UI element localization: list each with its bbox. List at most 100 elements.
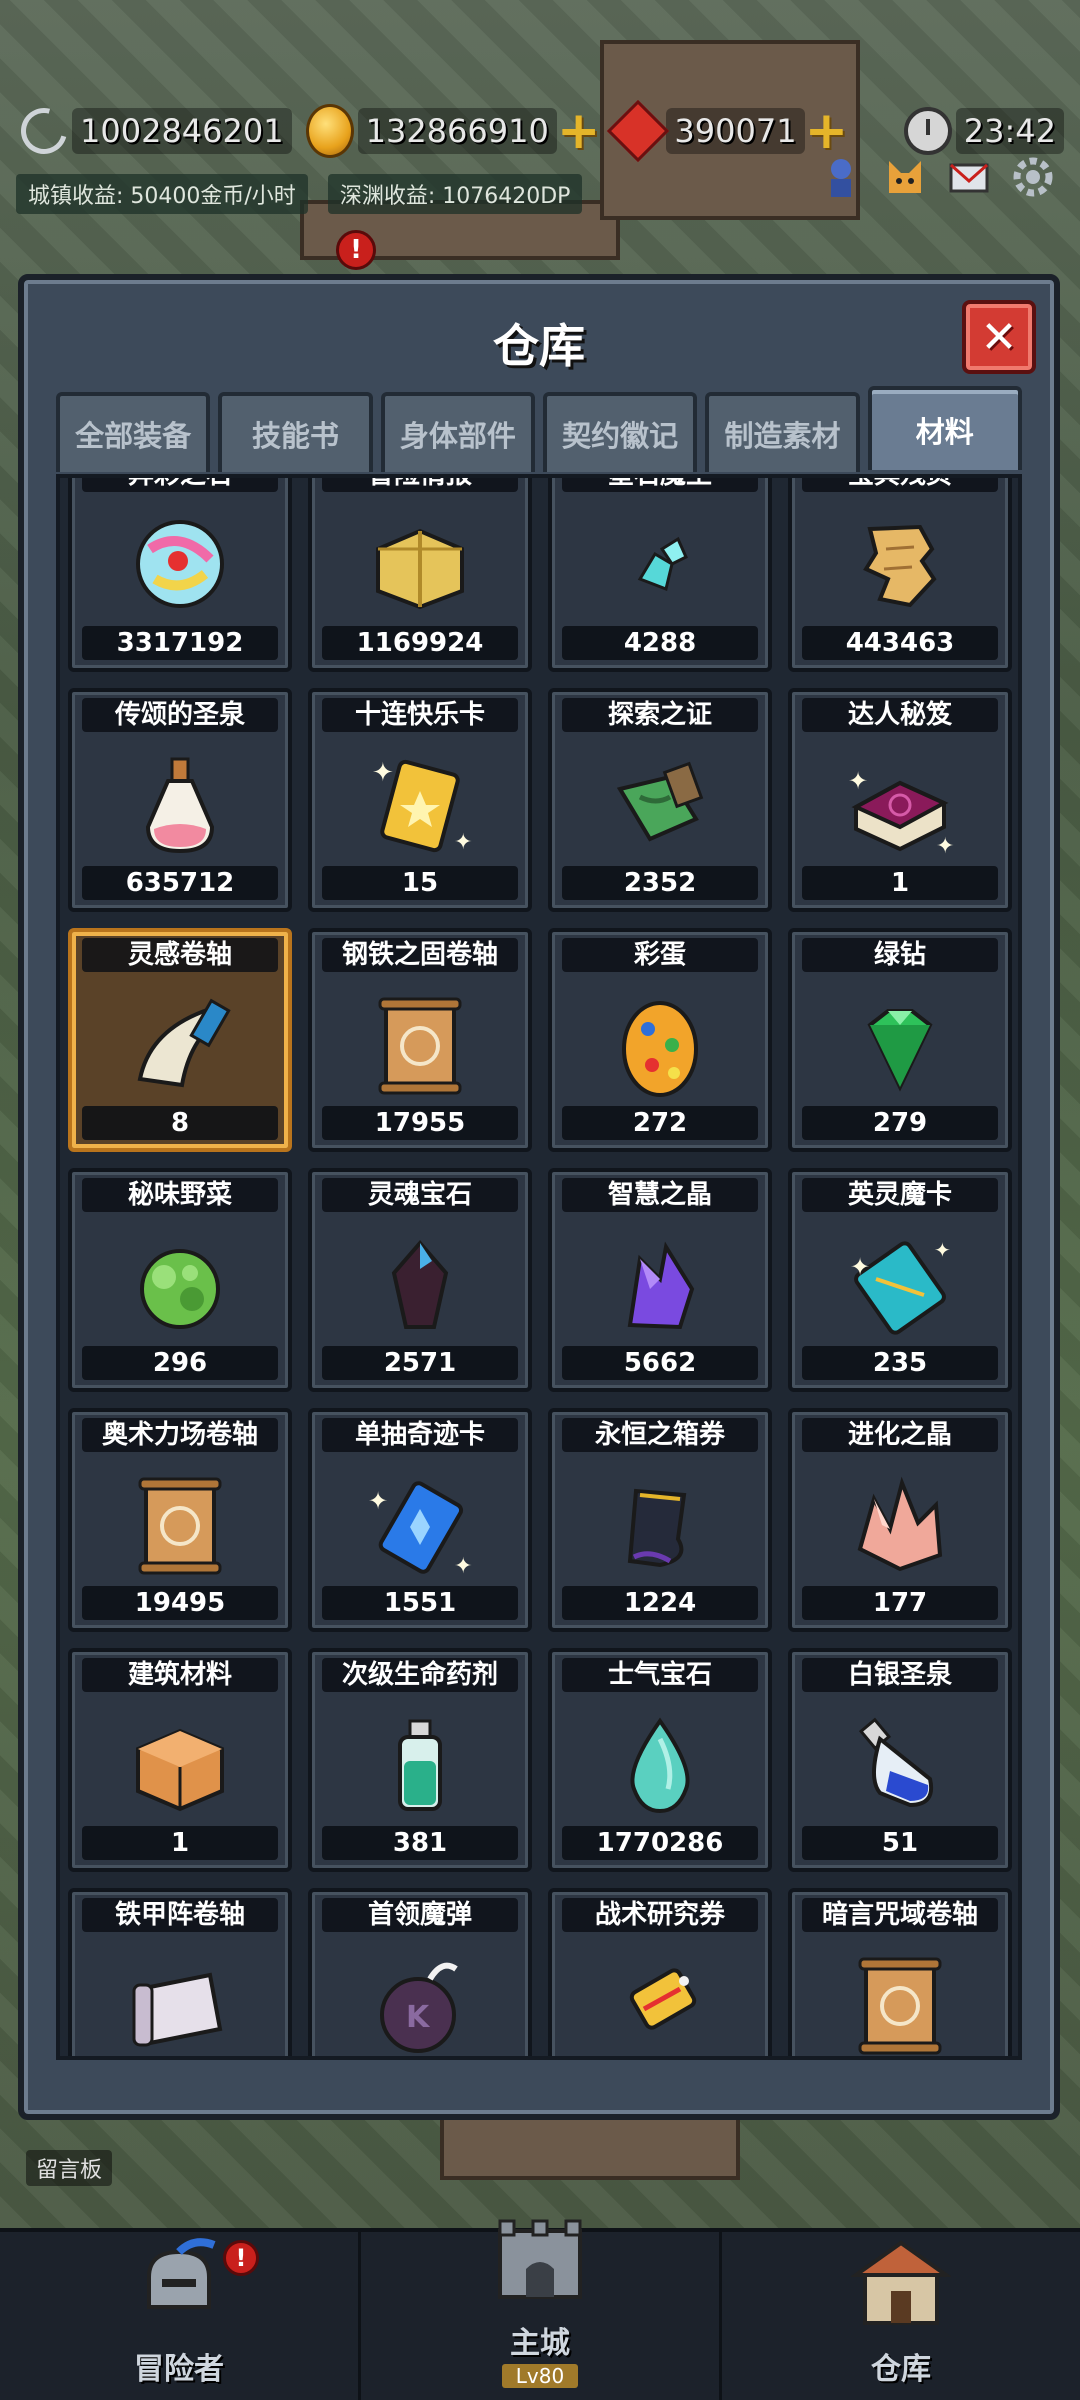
item-count: 4288: [562, 626, 758, 660]
adventurer-alert-badge: !: [223, 2240, 259, 2276]
adventurer-shortcut-icon[interactable]: [814, 150, 868, 204]
bottom-navigation: ! 冒险者 主城 Lv80 仓库: [0, 2219, 1080, 2400]
item-slot[interactable]: 冒险情报 1169924: [308, 478, 532, 672]
abyss-income: 深渊收益: 1076420DP: [327, 174, 583, 214]
item-name: 十连快乐卡: [322, 698, 518, 732]
item-slot[interactable]: 永恒之箱券 1224: [548, 1408, 772, 1632]
item-name: 探索之证: [562, 698, 758, 732]
moon-icon: [12, 99, 76, 163]
item-name: 秘味野菜: [82, 1178, 278, 1212]
fox-shortcut-icon[interactable]: [878, 150, 932, 204]
nav-warehouse[interactable]: 仓库: [722, 2232, 1080, 2400]
item-slot[interactable]: 英灵魔卡 ✦ ✦ 235: [788, 1168, 1012, 1392]
item-slot[interactable]: 异彩之石 3317192: [68, 478, 292, 672]
moon-value: 1002846201: [72, 108, 292, 154]
item-slot[interactable]: 传颂的圣泉 635712: [68, 688, 292, 912]
item-slot[interactable]: 次级生命药剂 381: [308, 1648, 532, 1872]
tab-crafting-materials[interactable]: 制造素材: [705, 392, 860, 472]
building-alert-badge[interactable]: !: [336, 230, 376, 270]
tab-materials[interactable]: 材料: [867, 386, 1022, 470]
tab-body-parts[interactable]: 身体部件: [380, 392, 535, 472]
brown-scroll-icon: [840, 1949, 960, 2056]
item-count: 2571: [322, 1346, 518, 1380]
item-slot[interactable]: 战术研究券: [548, 1888, 772, 2056]
item-count: 8: [82, 1106, 278, 1140]
add-gold-button[interactable]: +: [557, 105, 601, 157]
category-tabs: 全部装备 技能书 身体部件 契约徽记 制造素材 材料: [56, 386, 1022, 472]
item-slot[interactable]: 奥术力场卷轴 19495: [68, 1408, 292, 1632]
castle-gate-icon: [490, 2211, 590, 2314]
svg-text:✦: ✦: [454, 830, 472, 855]
panel-title: 仓库: [493, 319, 585, 373]
item-name: 宝典残页: [802, 478, 998, 492]
item-slot[interactable]: 绿钻 279: [788, 928, 1012, 1152]
gem-resource: 390071 +: [607, 99, 848, 163]
item-count: 1551: [322, 1586, 518, 1620]
item-slot[interactable]: 暗言咒域卷轴: [788, 1888, 1012, 2056]
item-slot[interactable]: 灵魂宝石 2571: [308, 1168, 532, 1392]
item-slot[interactable]: 宝典残页 443463: [788, 478, 1012, 672]
mail-icon[interactable]: [942, 150, 996, 204]
item-name: 彩蛋: [562, 938, 758, 972]
nav-main-city[interactable]: 主城 Lv80: [361, 2219, 722, 2400]
green-vial-icon: [360, 1709, 480, 1819]
item-slot[interactable]: 智慧之晶 5662: [548, 1168, 772, 1392]
item-name: 灵感卷轴: [82, 938, 278, 972]
green-gem-icon: [840, 989, 960, 1099]
message-board-label[interactable]: 留言板: [26, 2150, 113, 2186]
red-gem-icon: [607, 99, 670, 163]
svg-text:✦: ✦: [368, 1487, 388, 1515]
item-slot[interactable]: 进化之晶 177: [788, 1408, 1012, 1632]
item-name: 次级生命药剂: [322, 1658, 518, 1692]
item-name: 传颂的圣泉: [82, 698, 278, 732]
svg-text:✦: ✦: [372, 758, 394, 788]
gem-value: 390071: [666, 108, 805, 154]
item-slot[interactable]: 星石魔土 4288: [548, 478, 772, 672]
teal-card-icon: ✦ ✦: [840, 1229, 960, 1339]
item-name: 永恒之箱券: [562, 1418, 758, 1452]
blue-card-icon: ✦ ✦: [360, 1469, 480, 1579]
item-slot[interactable]: 十连快乐卡 ✦ ✦ 15: [308, 688, 532, 912]
tab-skill-books[interactable]: 技能书: [218, 392, 373, 472]
city-level-badge: Lv80: [501, 2364, 579, 2388]
svg-text:K: K: [406, 2000, 431, 2035]
item-slot[interactable]: 铁甲阵卷轴: [68, 1888, 292, 2056]
item-slot[interactable]: 达人秘笈 ✦ ✦ 1: [788, 688, 1012, 912]
item-slot[interactable]: 彩蛋 272: [548, 928, 772, 1152]
gold-tag-icon: [600, 1949, 720, 2056]
item-name: 建筑材料: [82, 1658, 278, 1692]
knight-helmet-icon: [134, 2237, 224, 2340]
item-name: 战术研究券: [562, 1898, 758, 1932]
item-name: 灵魂宝石: [322, 1178, 518, 1212]
item-name: 异彩之石: [82, 478, 278, 492]
item-count: 19495: [82, 1586, 278, 1620]
cyan-ore-icon: [600, 509, 720, 619]
item-name: 智慧之晶: [562, 1178, 758, 1212]
item-grid-viewport[interactable]: 异彩之石 3317192 冒险情报 1169924 星石魔土 4288 宝典残页 443463…: [56, 474, 1022, 2060]
svg-text:✦: ✦: [454, 1554, 472, 1579]
item-slot[interactable]: 白银圣泉 51: [788, 1648, 1012, 1872]
nav-adventurer[interactable]: ! 冒险者: [0, 2232, 361, 2400]
item-slot[interactable]: 单抽奇迹卡 ✦ ✦ 1551: [308, 1408, 532, 1632]
item-slot[interactable]: 士气宝石 1770286: [548, 1648, 772, 1872]
item-slot[interactable]: 首领魔弹 K: [308, 1888, 532, 2056]
close-button[interactable]: ✕: [962, 300, 1036, 374]
teal-drop-icon: [600, 1709, 720, 1819]
blue-flask-icon: [840, 1709, 960, 1819]
settings-gear-icon[interactable]: [1006, 150, 1060, 204]
item-name: 冒险情报: [322, 478, 518, 492]
item-name: 白银圣泉: [802, 1658, 998, 1692]
item-slot[interactable]: 灵感卷轴 8: [68, 928, 292, 1152]
item-slot[interactable]: 秘味野菜 296: [68, 1168, 292, 1392]
item-name: 奥术力场卷轴: [82, 1418, 278, 1452]
item-slot[interactable]: 探索之证 2352: [548, 688, 772, 912]
dark-crystal-icon: [360, 1229, 480, 1339]
grey-scroll-icon: [120, 1949, 240, 2056]
item-slot[interactable]: 建筑材料 1: [68, 1648, 292, 1872]
brown-scroll-icon: [360, 989, 480, 1099]
item-name: 首领魔弹: [322, 1898, 518, 1932]
tab-all-equipment[interactable]: 全部装备: [56, 392, 211, 472]
item-slot[interactable]: 钢铁之固卷轴 17955: [308, 928, 532, 1152]
tab-contract-emblems[interactable]: 契约徽记: [542, 392, 698, 472]
item-count: 3317192: [82, 626, 278, 660]
